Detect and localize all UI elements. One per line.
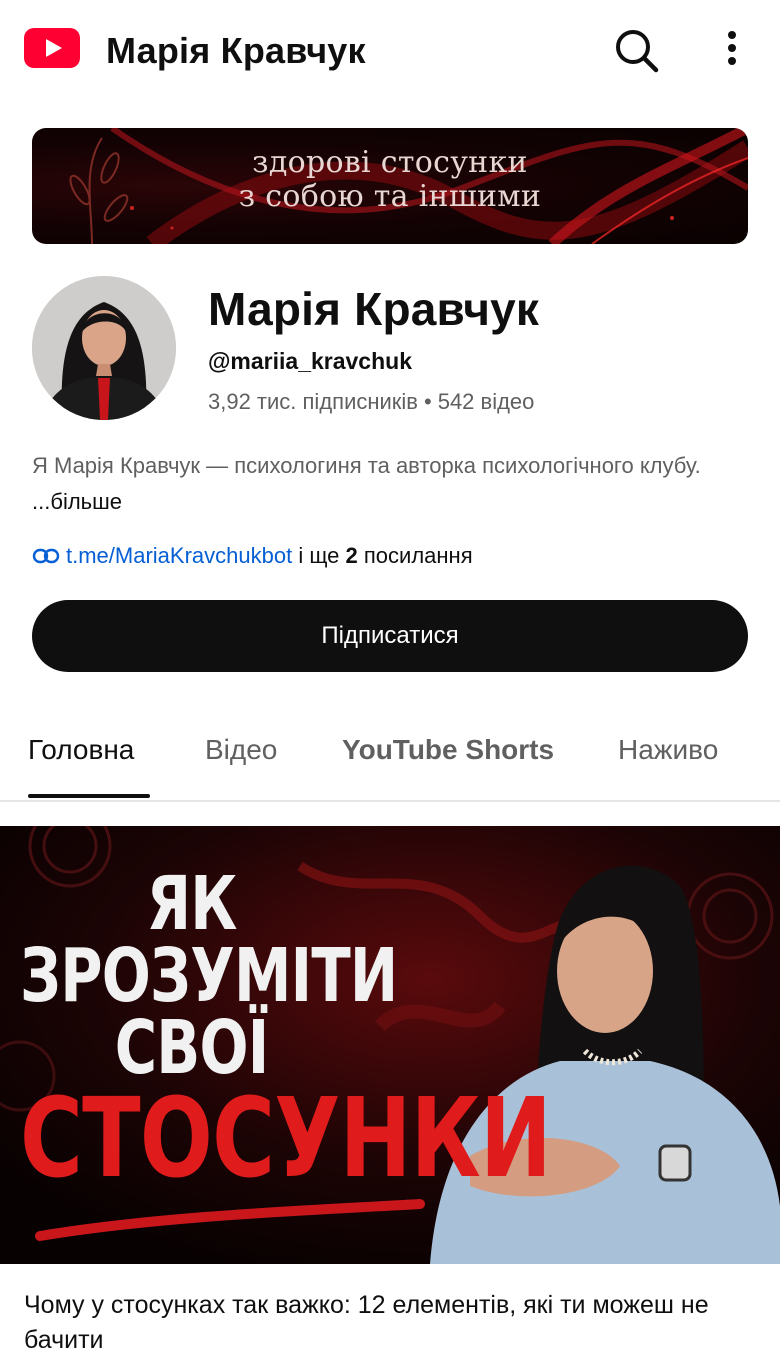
tabs-divider — [0, 800, 780, 802]
description-more-link[interactable]: ...більше — [32, 489, 122, 514]
active-tab-indicator — [28, 794, 150, 798]
channel-name: Марія Кравчук — [208, 283, 540, 335]
top-bar-channel-title: Марія Кравчук — [106, 30, 366, 71]
subscribe-button[interactable]: Підписатися — [32, 600, 748, 672]
more-vertical-icon[interactable] — [716, 26, 748, 74]
links-extra-count[interactable]: 2 — [346, 543, 358, 568]
subscriber-count: 3,92 тис. підписників — [208, 389, 418, 414]
channel-links: t.me/MariaKravchukbot і ще 2 посилання — [32, 543, 473, 569]
video-count: 542 відео — [437, 389, 535, 414]
thumbnail-line-1: ЯК — [146, 861, 238, 947]
thumbnail-line-2: ЗРОЗУМІТИ — [20, 933, 398, 1019]
links-suffix-post: посилання — [357, 543, 473, 568]
tab-home[interactable]: Головна — [28, 734, 134, 766]
thumbnail-title-text: ЯК ЗРОЗУМІТИ СВОЇ СТОСУНКИ — [20, 861, 552, 1202]
banner-line-1: здорові стосунки — [252, 145, 528, 180]
links-suffix-pre: і ще — [292, 543, 346, 568]
top-app-bar: Марія Кравчук — [0, 0, 780, 104]
youtube-logo-icon[interactable] — [24, 28, 80, 68]
search-icon[interactable] — [612, 26, 660, 74]
channel-tabs: Головна Відео YouTube Shorts Наживо — [0, 708, 780, 800]
banner-tagline: здорові стосунки з собою та іншими — [32, 146, 748, 214]
tab-videos[interactable]: Відео — [205, 734, 277, 766]
tab-live[interactable]: Наживо — [618, 734, 718, 766]
thumbnail-line-4: СТОСУНКИ — [20, 1074, 552, 1202]
channel-banner: здорові стосунки з собою та іншими — [32, 128, 748, 244]
channel-link[interactable]: t.me/MariaKravchukbot — [66, 543, 292, 568]
avatar[interactable] — [32, 276, 176, 420]
channel-description[interactable]: Я Марія Кравчук — психологиня та авторка… — [32, 448, 732, 520]
video-title[interactable]: Чому у стосунках так важко: 12 елементів… — [24, 1288, 754, 1358]
link-icon — [32, 546, 60, 566]
channel-handle: @mariia_kravchuk — [208, 348, 412, 374]
banner-line-2: з собою та іншими — [238, 179, 542, 214]
video-thumbnail[interactable]: ЯК ЗРОЗУМІТИ СВОЇ СТОСУНКИ — [0, 826, 780, 1264]
stats-separator: • — [424, 389, 432, 414]
description-text: Я Марія Кравчук — психологиня та авторка… — [32, 453, 701, 478]
tab-shorts[interactable]: YouTube Shorts — [342, 734, 554, 766]
channel-stats: 3,92 тис. підписників • 542 відео — [208, 389, 534, 415]
